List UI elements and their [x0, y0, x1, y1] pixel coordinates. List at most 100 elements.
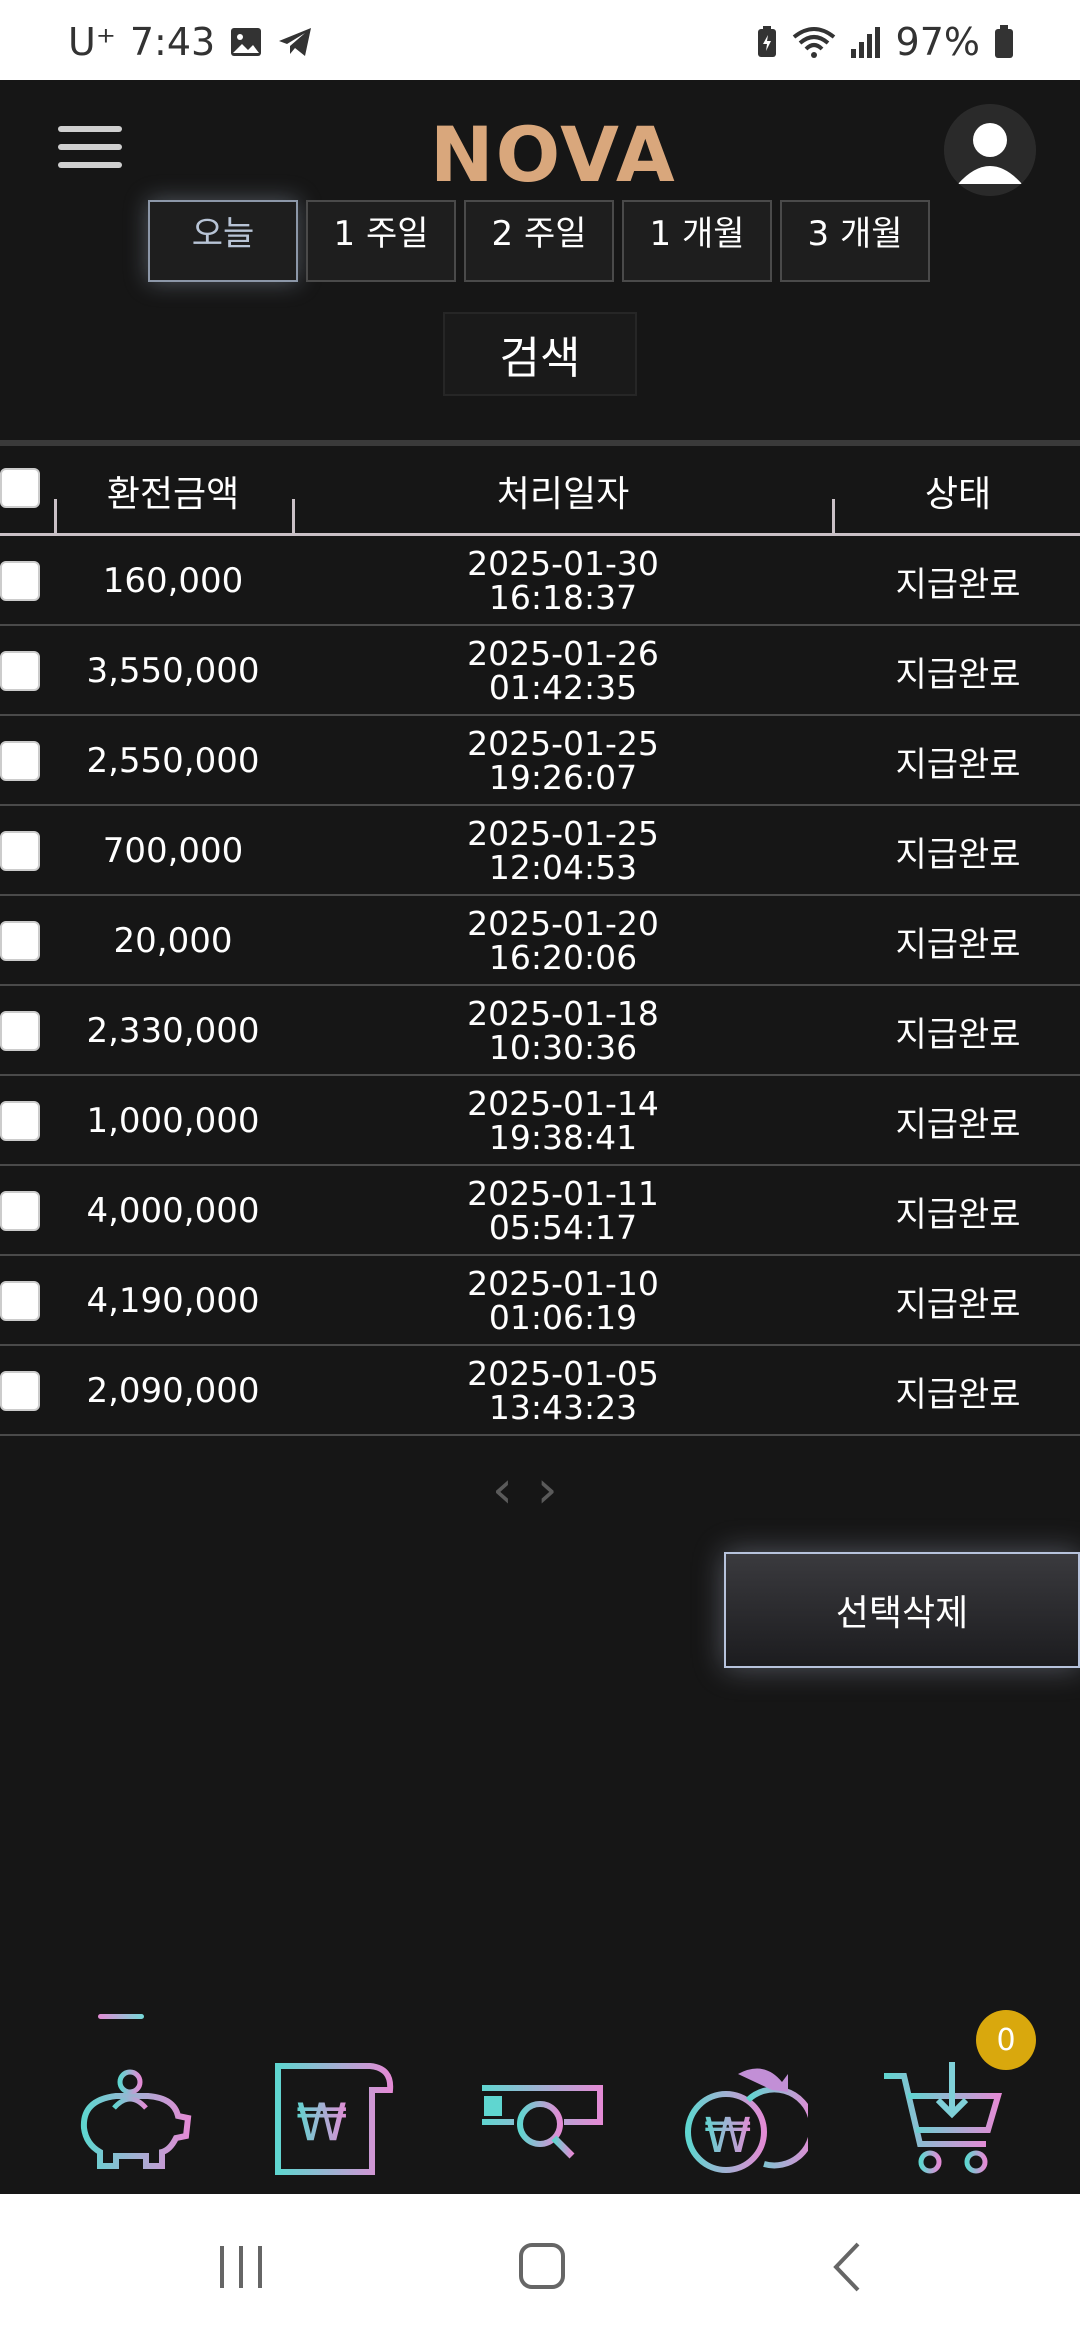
row-amount: 4,000,000 — [86, 1191, 260, 1231]
next-page-button[interactable]: › — [537, 1460, 558, 1520]
svg-text:₩: ₩ — [296, 2093, 347, 2153]
header-divider — [292, 499, 295, 533]
row-date: 2025-01-14 — [467, 1084, 659, 1123]
row-date: 2025-01-11 — [467, 1174, 659, 1213]
row-checkbox[interactable] — [0, 1281, 40, 1321]
status-bar: U⁺ 7:43 97% — [0, 0, 1080, 80]
table-row: 3,550,000 2025-01-26 01:42:35 지급완료 — [0, 626, 1080, 716]
row-checkbox[interactable] — [0, 1101, 40, 1141]
row-amount: 1,000,000 — [86, 1101, 260, 1141]
row-amount: 2,330,000 — [86, 1011, 260, 1051]
table-row: 160,000 2025-01-30 16:18:37 지급완료 — [0, 536, 1080, 626]
table-row: 4,190,000 2025-01-10 01:06:19 지급완료 — [0, 1256, 1080, 1346]
row-checkbox[interactable] — [0, 561, 40, 601]
row-date: 2025-01-10 — [467, 1264, 659, 1303]
row-datetime: 2025-01-10 01:06:19 — [294, 1256, 832, 1346]
app-header: NOVA — [0, 80, 1080, 210]
row-datetime: 2025-01-14 19:38:41 — [294, 1076, 832, 1166]
delete-selected-button[interactable]: 선택삭제 — [724, 1552, 1080, 1668]
period-filter: 오늘 1 주일 2 주일 1 개월 3 개월 — [148, 200, 932, 282]
row-time: 16:20:06 — [488, 938, 638, 977]
row-date: 2025-01-05 — [467, 1354, 659, 1393]
table-row: 2,330,000 2025-01-18 10:30:36 지급완료 — [0, 986, 1080, 1076]
header-status: 상태 — [924, 474, 992, 515]
exchange-history-table: 환전금액 처리일자 상태 160,000 2025-01-30 16:18:37 지급… — [0, 446, 1080, 1436]
row-date: 2025-01-20 — [467, 904, 659, 943]
row-date: 2025-01-25 — [467, 724, 659, 763]
status-left: U⁺ 7:43 — [68, 20, 313, 64]
battery-saver-icon — [757, 26, 776, 57]
active-tab-indicator — [98, 2014, 144, 2019]
period-3month-button[interactable]: 3 개월 — [780, 200, 930, 282]
row-time: 01:06:19 — [488, 1298, 638, 1337]
table-body: 160,000 2025-01-30 16:18:37 지급완료 3,550,000 20… — [0, 536, 1080, 1436]
row-checkbox[interactable] — [0, 921, 40, 961]
select-all-checkbox[interactable] — [0, 468, 40, 508]
prev-page-button[interactable]: ‹ — [492, 1460, 513, 1520]
row-checkbox[interactable] — [0, 1191, 40, 1231]
row-datetime: 2025-01-26 01:42:35 — [294, 626, 832, 716]
gallery-icon — [231, 28, 262, 56]
row-checkbox[interactable] — [0, 651, 40, 691]
row-datetime: 2025-01-20 16:20:06 — [294, 896, 832, 986]
row-time: 12:04:53 — [488, 848, 638, 887]
period-2week-button[interactable]: 2 주일 — [464, 200, 614, 282]
period-today-button[interactable]: 오늘 — [148, 200, 298, 282]
header-amount: 환전금액 — [106, 474, 240, 515]
row-status: 지급완료 — [895, 834, 1021, 875]
row-datetime: 2025-01-25 19:26:07 — [294, 716, 832, 806]
search-button[interactable]: 검색 — [443, 312, 637, 396]
row-amount: 2,550,000 — [86, 741, 260, 781]
row-time: 19:26:07 — [488, 758, 638, 797]
won-coins-exchange-icon[interactable]: ₩ — [678, 2060, 808, 2180]
row-date: 2025-01-26 — [467, 634, 659, 673]
row-amount: 3,550,000 — [86, 651, 260, 691]
system-nav-bar — [0, 2194, 1080, 2340]
row-status: 지급완료 — [895, 1194, 1021, 1235]
pagination: ‹ › — [492, 1460, 558, 1520]
status-right: 97% — [756, 20, 1014, 64]
signal-icon — [850, 27, 880, 58]
back-icon[interactable] — [830, 2242, 862, 2292]
row-status: 지급완료 — [895, 1104, 1021, 1145]
svg-text:₩: ₩ — [704, 2108, 751, 2164]
menu-icon[interactable] — [58, 126, 122, 168]
row-checkbox[interactable] — [0, 1371, 40, 1411]
row-date: 2025-01-25 — [467, 814, 659, 853]
search-ticket-icon[interactable] — [476, 2060, 606, 2180]
row-status: 지급완료 — [895, 654, 1021, 695]
header-divider — [54, 499, 57, 533]
wifi-icon — [792, 27, 835, 58]
nova-logo[interactable]: NOVA — [430, 110, 677, 199]
row-amount: 4,190,000 — [86, 1281, 260, 1321]
row-checkbox[interactable] — [0, 741, 40, 781]
row-amount: 20,000 — [113, 921, 233, 961]
user-avatar-icon[interactable] — [944, 104, 1036, 196]
row-time: 19:38:41 — [488, 1118, 638, 1157]
header-divider — [832, 499, 835, 533]
recent-apps-icon[interactable] — [218, 2244, 264, 2290]
row-status: 지급완료 — [895, 1374, 1021, 1415]
row-datetime: 2025-01-05 13:43:23 — [294, 1346, 832, 1436]
row-status: 지급완료 — [895, 564, 1021, 605]
row-time: 10:30:36 — [488, 1028, 638, 1067]
row-status: 지급완료 — [895, 744, 1021, 785]
row-amount: 2,090,000 — [86, 1371, 260, 1411]
period-1week-button[interactable]: 1 주일 — [306, 200, 456, 282]
row-time: 01:42:35 — [488, 668, 638, 707]
home-icon[interactable] — [518, 2242, 566, 2290]
telegram-icon — [279, 28, 312, 56]
period-1month-button[interactable]: 1 개월 — [622, 200, 772, 282]
row-checkbox[interactable] — [0, 831, 40, 871]
cart-count-badge: 0 — [976, 2010, 1036, 2070]
row-time: 13:43:23 — [488, 1388, 638, 1427]
table-header: 환전금액 처리일자 상태 — [0, 446, 1080, 536]
piggy-bank-icon[interactable] — [66, 2060, 196, 2180]
table-row: 2,550,000 2025-01-25 19:26:07 지급완료 — [0, 716, 1080, 806]
table-row: 1,000,000 2025-01-14 19:38:41 지급완료 — [0, 1076, 1080, 1166]
cart-download-icon[interactable] — [880, 2060, 1010, 2180]
won-document-icon[interactable]: ₩ — [270, 2060, 400, 2180]
row-time: 05:54:17 — [488, 1208, 638, 1247]
row-checkbox[interactable] — [0, 1011, 40, 1051]
battery-percent: 97% — [895, 20, 980, 64]
